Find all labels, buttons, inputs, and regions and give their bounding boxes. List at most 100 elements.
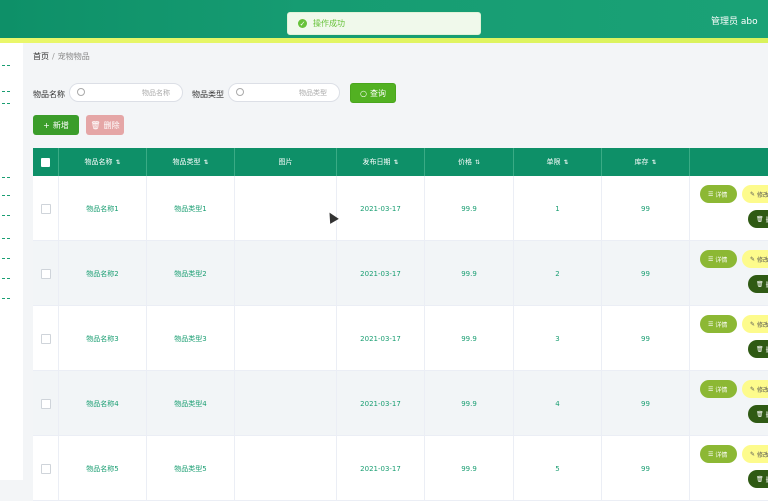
edit-button[interactable]: ✎ 修改	[742, 445, 768, 463]
action-label: 详情	[715, 191, 728, 199]
column-header-date[interactable]: 发布日期 ⇅	[337, 148, 425, 176]
detail-button[interactable]: ☰ 详情	[700, 185, 737, 203]
cell-text: 2021-03-17	[360, 269, 401, 278]
action-label: 详情	[715, 256, 728, 264]
sidebar-item[interactable]	[2, 298, 10, 299]
detail-button[interactable]: ☰ 详情	[700, 250, 737, 268]
cell-text: 物品名称5	[86, 464, 119, 473]
cell-limit: 1	[514, 176, 602, 241]
sort-icon: ⇅	[203, 158, 209, 166]
action-label: 修改	[757, 191, 768, 199]
row-checkbox[interactable]	[40, 268, 51, 279]
row-checkbox-cell	[33, 176, 59, 241]
cell-stock: 99	[602, 306, 690, 371]
cell-actions: ☰详情 ✎修改 🗑删除	[690, 306, 768, 371]
add-button[interactable]: + 新增	[33, 115, 79, 135]
action-label: 详情	[715, 451, 728, 459]
detail-icon: ☰	[708, 320, 714, 328]
search-button[interactable]: ○ 查询	[350, 83, 396, 103]
admin-user-label[interactable]: 管理员 abo	[711, 14, 758, 27]
cell-actions: ☰详情 ✎修改 🗑删除	[690, 371, 768, 436]
column-header-price[interactable]: 价格 ⇅	[425, 148, 514, 176]
action-label: 详情	[715, 321, 728, 329]
cell-text: 99.9	[461, 464, 477, 473]
item-name-search-input[interactable]: 物品名称	[69, 83, 183, 102]
delete-button[interactable]: 🗑删除	[748, 470, 768, 488]
cell-stock: 99	[602, 371, 690, 436]
sidebar-item[interactable]	[2, 91, 10, 92]
detail-button[interactable]: ☰ 详情	[700, 445, 737, 463]
detail-button[interactable]: ☰ 详情	[700, 315, 737, 333]
action-label: 修改	[757, 386, 768, 394]
cell-type: 物品类型1	[147, 176, 235, 241]
breadcrumb-current: 宠物物品	[57, 52, 90, 61]
edit-button[interactable]: ✎ 修改	[742, 250, 768, 268]
item-type-search-input[interactable]: 物品类型	[228, 83, 340, 102]
table-row: 物品名称4 物品类型4 2021-03-17 99.9 4 99 ☰详情 ✎修改 🗑删除	[33, 371, 768, 436]
delete-button[interactable]: 🗑删除	[748, 340, 768, 358]
detail-icon: ☰	[708, 190, 714, 198]
edit-button[interactable]: ✎ 修改	[742, 185, 768, 203]
edit-button[interactable]: ✎ 修改	[742, 315, 768, 333]
cell-stock: 99	[602, 241, 690, 306]
cell-text: 99.9	[461, 269, 477, 278]
sidebar-item[interactable]	[2, 65, 10, 66]
delete-button[interactable]: 🗑删除	[748, 210, 768, 228]
edit-icon: ✎	[750, 255, 756, 263]
sidebar-item[interactable]	[2, 238, 10, 239]
detail-icon: ☰	[708, 255, 714, 263]
column-header-type[interactable]: 物品类型 ⇅	[147, 148, 235, 176]
header-label: 图片	[278, 158, 293, 166]
cell-image	[235, 306, 337, 371]
sidebar-item[interactable]	[2, 195, 10, 196]
cell-text: 物品名称2	[86, 269, 119, 278]
header-label: 物品名称	[84, 158, 113, 166]
detail-button[interactable]: ☰ 详情	[700, 380, 737, 398]
batch-delete-button[interactable]: 🗑 删除	[86, 115, 124, 135]
table-row: 物品名称1 物品类型1 2021-03-17 99.9 1 99 ☰详情 ✎修改 🗑删除	[33, 176, 768, 241]
delete-button[interactable]: 🗑删除	[748, 405, 768, 423]
select-all-checkbox[interactable]	[41, 157, 50, 167]
breadcrumb-home[interactable]: 首页	[33, 52, 49, 61]
cell-date: 2021-03-17	[337, 241, 425, 306]
sidebar-item[interactable]	[2, 103, 10, 104]
cell-text: 物品类型1	[174, 204, 207, 213]
sidebar-item[interactable]	[2, 278, 10, 279]
cell-actions: ☰详情 ✎修改 🗑删除	[690, 176, 768, 241]
detail-icon: ☰	[708, 385, 714, 393]
column-header-stock[interactable]: 库存 ⇅	[602, 148, 690, 176]
sidebar-item[interactable]	[2, 258, 10, 259]
cell-text: 物品名称3	[86, 334, 119, 343]
sort-icon: ⇅	[563, 158, 569, 166]
sidebar-item[interactable]	[2, 177, 10, 178]
cell-text: 物品类型2	[174, 269, 207, 278]
filter-label-name: 物品名称	[33, 90, 65, 99]
main-content: 首页 / 宠物物品 物品名称 物品名称 物品类型 物品类型 ○ 查询 + 新增 🗑 …	[23, 43, 768, 501]
cell-type: 物品类型4	[147, 371, 235, 436]
cell-name: 物品名称1	[59, 176, 147, 241]
cell-text: 4	[555, 399, 560, 408]
trash-icon: 🗑	[90, 120, 101, 130]
cell-image	[235, 241, 337, 306]
cell-date: 2021-03-17	[337, 371, 425, 436]
table-row: 物品名称2 物品类型2 2021-03-17 99.9 2 99 ☰详情 ✎修改 🗑删除	[33, 241, 768, 306]
column-header-limit[interactable]: 单限 ⇅	[514, 148, 602, 176]
table-header: 物品名称 ⇅ 物品类型 ⇅ 图片 发布日期 ⇅ 价格 ⇅ 单限 ⇅ 库存 ⇅	[33, 148, 768, 176]
edit-button[interactable]: ✎ 修改	[742, 380, 768, 398]
row-checkbox[interactable]	[40, 463, 51, 474]
cell-text: 99	[641, 399, 650, 408]
action-label: 修改	[757, 451, 768, 459]
row-checkbox[interactable]	[40, 203, 51, 214]
sidebar-item[interactable]	[2, 215, 10, 216]
row-checkbox[interactable]	[40, 333, 51, 344]
cell-text: 99.9	[461, 399, 477, 408]
column-header-name[interactable]: 物品名称 ⇅	[59, 148, 147, 176]
delete-button[interactable]: 🗑删除	[748, 275, 768, 293]
cell-price: 99.9	[425, 371, 514, 436]
column-header-image: 图片	[235, 148, 337, 176]
cell-date: 2021-03-17	[337, 306, 425, 371]
cell-text: 99.9	[461, 204, 477, 213]
edit-icon: ✎	[750, 385, 756, 393]
cell-price: 99.9	[425, 306, 514, 371]
row-checkbox[interactable]	[40, 398, 51, 409]
